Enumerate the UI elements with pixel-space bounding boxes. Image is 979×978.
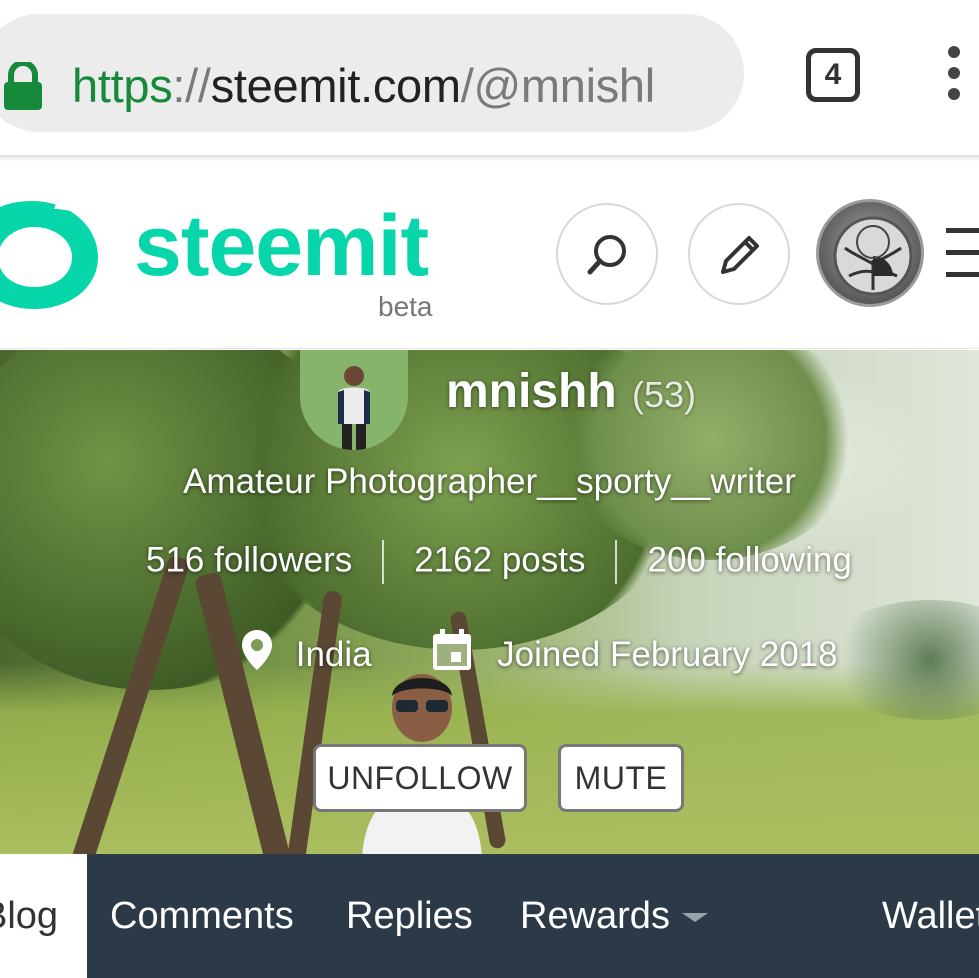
following-link[interactable]: 200 following bbox=[647, 540, 851, 579]
tab-blog[interactable]: Blog bbox=[0, 854, 87, 978]
location-pin-icon bbox=[242, 630, 272, 670]
profile-stats: 516 followers 2162 posts 200 following bbox=[146, 540, 852, 584]
chevron-down-icon bbox=[681, 913, 708, 923]
site-header: steemit beta bbox=[0, 161, 979, 349]
beta-label: beta bbox=[378, 291, 433, 322]
reputation-score: (53) bbox=[632, 374, 697, 415]
address-bar[interactable]: https://steemit.com/@mnishl bbox=[0, 14, 744, 132]
user-avatar[interactable] bbox=[816, 199, 924, 307]
more-vert-icon[interactable] bbox=[942, 46, 966, 106]
url-scheme: https bbox=[72, 59, 173, 112]
pencil-icon bbox=[721, 236, 759, 274]
tab-count: 4 bbox=[824, 58, 842, 91]
location-text: India bbox=[295, 635, 372, 674]
url-host: steemit.com bbox=[210, 59, 461, 112]
tab-comments[interactable]: Comments bbox=[110, 854, 294, 978]
logo-text[interactable]: steemit bbox=[134, 203, 429, 289]
joined-date: Joined February 2018 bbox=[497, 635, 838, 674]
profile-tabs: Blog Comments Replies Rewards Wallet bbox=[0, 854, 979, 978]
profile-username: mnishh bbox=[446, 365, 617, 418]
browser-toolbar: https://steemit.com/@mnishl 4 bbox=[0, 0, 979, 155]
url-separator: :// bbox=[172, 59, 211, 112]
stats-divider bbox=[615, 540, 618, 584]
profile-meta: India Joined February 2018 bbox=[240, 628, 838, 675]
followers-link[interactable]: 516 followers bbox=[146, 540, 352, 579]
search-button[interactable] bbox=[556, 203, 658, 305]
submit-post-button[interactable] bbox=[688, 203, 790, 305]
url-text: https://steemit.com/@mnishl bbox=[72, 58, 655, 113]
tab-switcher-icon[interactable]: 4 bbox=[806, 48, 860, 102]
tab-rewards-label: Rewards bbox=[520, 895, 670, 937]
tab-wallet[interactable]: Wallet bbox=[882, 854, 979, 978]
menu-icon[interactable] bbox=[946, 228, 979, 278]
posts-count: 2162 posts bbox=[414, 540, 586, 580]
search-icon bbox=[587, 235, 626, 275]
steemit-logo-icon[interactable] bbox=[0, 195, 102, 311]
profile-cover: mnishh (53) Amateur Photographer__sporty… bbox=[0, 350, 979, 854]
url-path: /@mnishl bbox=[460, 59, 655, 112]
lock-icon bbox=[4, 62, 42, 110]
profile-about: Amateur Photographer__sporty__writer bbox=[183, 462, 796, 501]
calendar-icon bbox=[433, 629, 472, 670]
tab-replies[interactable]: Replies bbox=[346, 854, 473, 978]
mute-button[interactable]: MUTE bbox=[558, 744, 684, 812]
stats-divider bbox=[382, 540, 385, 584]
tab-rewards[interactable]: Rewards bbox=[520, 854, 708, 978]
unfollow-button[interactable]: UNFOLLOW bbox=[313, 744, 527, 812]
avatar-tree-icon bbox=[833, 216, 913, 296]
